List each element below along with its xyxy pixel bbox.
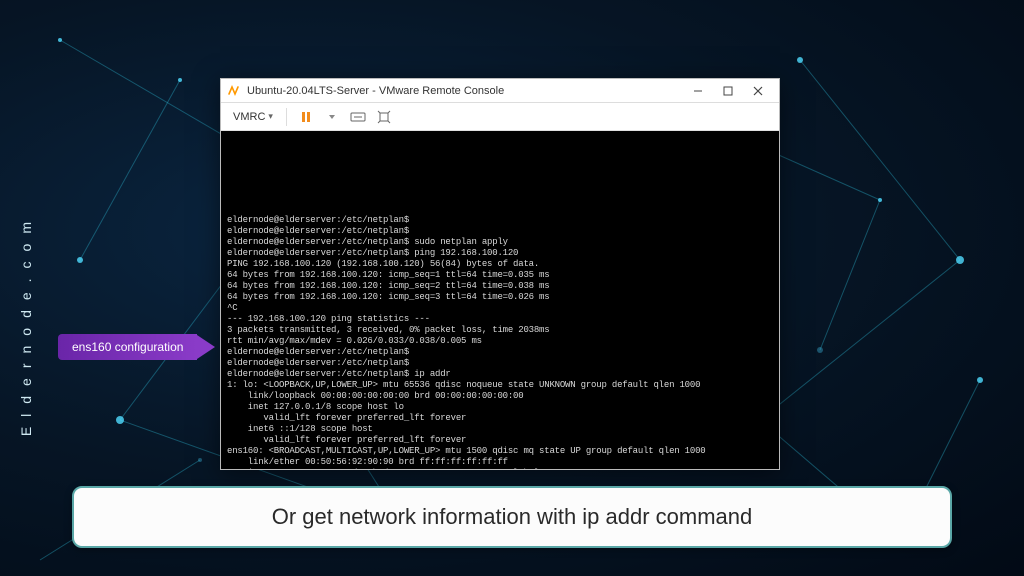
annotation-callout: ens160 configuration — [58, 334, 215, 360]
terminal-line: 64 bytes from 192.168.100.120: icmp_seq=… — [227, 270, 773, 281]
terminal-output[interactable]: eldernode@elderserver:/etc/netplan$elder… — [221, 131, 779, 469]
minimize-button[interactable] — [683, 80, 713, 102]
brand-watermark: Eldernode.com — [18, 212, 34, 436]
vmware-icon — [227, 84, 241, 98]
pause-button[interactable] — [296, 107, 316, 127]
terminal-line: rtt min/avg/max/mdev = 0.026/0.033/0.038… — [227, 336, 773, 347]
terminal-line: link/ether 00:50:56:92:90:90 brd ff:ff:f… — [227, 457, 773, 468]
terminal-line: --- 192.168.100.120 ping statistics --- — [227, 314, 773, 325]
callout-arrow-icon — [197, 335, 215, 359]
terminal-line: link/loopback 00:00:00:00:00:00 brd 00:0… — [227, 391, 773, 402]
toolbar-divider — [286, 108, 287, 126]
window-titlebar[interactable]: Ubuntu-20.04LTS-Server - VMware Remote C… — [221, 79, 779, 103]
terminal-line: eldernode@elderserver:/etc/netplan$ — [227, 215, 773, 226]
fullscreen-button[interactable] — [374, 107, 394, 127]
terminal-line: eldernode@elderserver:/etc/netplan$ — [227, 347, 773, 358]
terminal-line: inet6 ::1/128 scope host — [227, 424, 773, 435]
terminal-line: PING 192.168.100.120 (192.168.100.120) 5… — [227, 259, 773, 270]
terminal-line: 64 bytes from 192.168.100.120: icmp_seq=… — [227, 281, 773, 292]
send-cad-button[interactable] — [348, 107, 368, 127]
caption-text: Or get network information with ip addr … — [272, 504, 753, 530]
vmrc-toolbar: VMRC — [221, 103, 779, 131]
vmware-console-window: Ubuntu-20.04LTS-Server - VMware Remote C… — [220, 78, 780, 470]
terminal-line: eldernode@elderserver:/etc/netplan$ ip a… — [227, 369, 773, 380]
caption-banner: Or get network information with ip addr … — [72, 486, 952, 548]
maximize-button[interactable] — [713, 80, 743, 102]
window-title: Ubuntu-20.04LTS-Server - VMware Remote C… — [247, 85, 683, 97]
terminal-line: inet 192.168.100.120/24 brd 192.168.100.… — [227, 468, 773, 469]
terminal-line: eldernode@elderserver:/etc/netplan$ — [227, 226, 773, 237]
vmrc-menu[interactable]: VMRC — [229, 109, 277, 125]
terminal-line: eldernode@elderserver:/etc/netplan$ sudo… — [227, 237, 773, 248]
terminal-line: eldernode@elderserver:/etc/netplan$ — [227, 358, 773, 369]
power-dropdown-icon[interactable] — [322, 107, 342, 127]
terminal-line: valid_lft forever preferred_lft forever — [227, 413, 773, 424]
terminal-line: 1: lo: <LOOPBACK,UP,LOWER_UP> mtu 65536 … — [227, 380, 773, 391]
terminal-line: 3 packets transmitted, 3 received, 0% pa… — [227, 325, 773, 336]
terminal-line: inet 127.0.0.1/8 scope host lo — [227, 402, 773, 413]
terminal-line: valid_lft forever preferred_lft forever — [227, 435, 773, 446]
terminal-line: ^C — [227, 303, 773, 314]
callout-label: ens160 configuration — [58, 334, 197, 360]
terminal-line: eldernode@elderserver:/etc/netplan$ ping… — [227, 248, 773, 259]
vmrc-menu-label: VMRC — [233, 111, 265, 123]
close-button[interactable] — [743, 80, 773, 102]
terminal-line: 64 bytes from 192.168.100.120: icmp_seq=… — [227, 292, 773, 303]
terminal-line: ens160: <BROADCAST,MULTICAST,UP,LOWER_UP… — [227, 446, 773, 457]
